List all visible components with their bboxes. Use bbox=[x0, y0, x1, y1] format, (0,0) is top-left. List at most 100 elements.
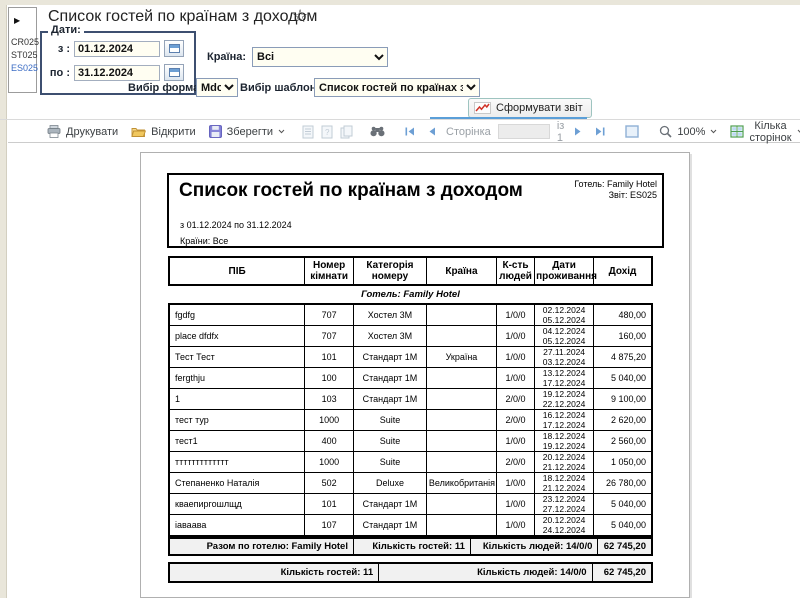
cell-category: Suite bbox=[354, 452, 427, 473]
cell-income: 5 040,00 bbox=[594, 494, 652, 515]
hotel-total-guests: Кількість гостей: 11 bbox=[354, 538, 471, 555]
table-row: кваепиргошлщд101Стандарт 1М1/0/023.12.20… bbox=[169, 494, 652, 515]
cell-income: 2 620,00 bbox=[594, 410, 652, 431]
hotel-group-header: Готель: Family Hotel bbox=[168, 286, 653, 303]
cell-people: 1/0/0 bbox=[496, 431, 534, 452]
last-page-icon bbox=[595, 127, 605, 136]
date-from-calendar-button[interactable] bbox=[164, 40, 184, 57]
cell-people: 1/0/0 bbox=[496, 347, 534, 368]
previous-page-button[interactable] bbox=[425, 125, 439, 138]
cell-room: 1000 bbox=[305, 452, 354, 473]
section-divider bbox=[0, 119, 800, 120]
cell-room: 707 bbox=[305, 326, 354, 347]
template-select[interactable]: Список гостей по країнах з доходом bbox=[314, 78, 480, 97]
sidebar-item-cr025[interactable]: CR025 bbox=[11, 37, 36, 47]
multipage-grid-icon bbox=[730, 125, 744, 138]
report-code-sidebar: ▶ CR025 ST025 ES025 bbox=[8, 7, 37, 93]
multipage-view-button[interactable]: Кілька сторінок bbox=[727, 118, 800, 146]
last-page-button[interactable] bbox=[592, 125, 608, 138]
sidebar-item-es025[interactable]: ES025 bbox=[11, 63, 36, 73]
sidebar-expand-icon[interactable]: ▶ bbox=[14, 16, 36, 25]
window-frame-top bbox=[0, 0, 800, 5]
page-title: Список гостей по країнам з доходом bbox=[48, 8, 317, 26]
sidebar-item-st025[interactable]: ST025 bbox=[11, 50, 36, 60]
window-frame-left bbox=[0, 0, 7, 598]
grand-total-row: Кількість гостей: 11 Кількість людей: 14… bbox=[168, 562, 653, 583]
open-button[interactable]: Відкрити bbox=[128, 124, 198, 140]
cell-room: 107 bbox=[305, 515, 354, 537]
date-to-calendar-button[interactable] bbox=[164, 64, 184, 81]
zoom-button[interactable]: 100% bbox=[656, 123, 720, 140]
cell-category: Стандарт 1М bbox=[354, 347, 427, 368]
table-row: 1103Стандарт 1М2/0/019.12.2024 22.12.202… bbox=[169, 389, 652, 410]
cell-name: fergthju bbox=[169, 368, 305, 389]
cell-people: 1/0/0 bbox=[496, 326, 534, 347]
report-countries-filter: Країни: Все bbox=[180, 236, 228, 246]
generate-report-button[interactable]: Сформувати звіт bbox=[468, 98, 592, 118]
cell-room: 707 bbox=[305, 304, 354, 326]
cell-income: 9 100,00 bbox=[594, 389, 652, 410]
cell-dates: 18.12.2024 19.12.2024 bbox=[535, 431, 594, 452]
guests-table: fgdfg707Хостел 3М1/0/002.12.2024 05.12.2… bbox=[168, 303, 653, 537]
cell-dates: 19.12.2024 22.12.2024 bbox=[535, 389, 594, 410]
page-count-label: із 1 bbox=[557, 120, 565, 144]
next-page-icon bbox=[574, 127, 582, 136]
cell-category: Стандарт 1М bbox=[354, 389, 427, 410]
cell-dates: 16.12.2024 17.12.2024 bbox=[535, 410, 594, 431]
cell-income: 2 560,00 bbox=[594, 431, 652, 452]
first-page-button[interactable] bbox=[402, 125, 418, 138]
grand-total-guests: Кількість гостей: 11 bbox=[169, 563, 379, 582]
export-disabled-icon bbox=[302, 125, 314, 139]
calendar-icon bbox=[169, 68, 180, 77]
cell-income: 160,00 bbox=[594, 326, 652, 347]
cell-income: 5 040,00 bbox=[594, 368, 652, 389]
cell-category: Хостел 3М bbox=[354, 304, 427, 326]
parameters-disabled-icon: ? bbox=[321, 125, 333, 139]
report-header-box: Список гостей по країнам з доходом Готел… bbox=[167, 173, 664, 248]
report-viewer-toolbar: Друкувати Відкрити Зберегти ? bbox=[8, 121, 800, 143]
cell-country bbox=[426, 326, 496, 347]
hotel-total-label: Разом по готелю: Family Hotel bbox=[169, 538, 354, 555]
cell-category: Deluxe bbox=[354, 473, 427, 494]
cell-name: fgdfg bbox=[169, 304, 305, 326]
hotel-total-income: 62 745,20 bbox=[598, 538, 652, 555]
cell-dates: 18.12.2024 21.12.2024 bbox=[535, 473, 594, 494]
hotel-total-row: Разом по готелю: Family Hotel Кількість … bbox=[168, 537, 653, 556]
column-header-country: Країна bbox=[426, 257, 496, 285]
cell-people: 2/0/0 bbox=[496, 410, 534, 431]
cell-dates: 04.12.2024 05.12.2024 bbox=[535, 326, 594, 347]
report-column-headers: ПІБ Номер кімнати Категорія номеру Країн… bbox=[168, 256, 653, 286]
hotel-total-people: Кількість людей: 14/0/0 bbox=[470, 538, 598, 555]
cell-dates: 23.12.2024 27.12.2024 bbox=[535, 494, 594, 515]
single-page-icon bbox=[625, 125, 639, 138]
date-from-input[interactable] bbox=[74, 41, 160, 57]
column-header-room: Номер кімнати bbox=[305, 257, 354, 285]
cell-income: 5 040,00 bbox=[594, 515, 652, 537]
save-button[interactable]: Зберегти bbox=[206, 123, 288, 140]
favorite-star-icon[interactable]: ☆ bbox=[292, 6, 308, 27]
column-header-dates: Дати проживання bbox=[535, 257, 594, 285]
next-page-button[interactable] bbox=[571, 125, 585, 138]
print-button[interactable]: Друкувати bbox=[44, 123, 121, 140]
report-meta: Готель: Family Hotel Звіт: ES025 bbox=[574, 179, 657, 201]
multipage-label: Кілька сторінок bbox=[749, 120, 791, 144]
cell-name: тест тур bbox=[169, 410, 305, 431]
country-select[interactable]: Всі bbox=[252, 47, 388, 67]
format-select[interactable]: Mdc bbox=[196, 78, 238, 97]
chevron-down-icon bbox=[797, 129, 800, 134]
country-label: Країна: bbox=[207, 51, 246, 63]
cell-country bbox=[426, 410, 496, 431]
date-to-input[interactable] bbox=[74, 65, 160, 81]
page-number-input[interactable] bbox=[498, 124, 550, 139]
cell-country bbox=[426, 304, 496, 326]
printer-icon bbox=[47, 125, 61, 138]
cell-name: Степаненко Наталія bbox=[169, 473, 305, 494]
open-folder-icon bbox=[131, 126, 146, 138]
svg-text:?: ? bbox=[325, 128, 330, 137]
find-button[interactable] bbox=[367, 124, 388, 139]
single-page-view-button[interactable] bbox=[622, 123, 642, 140]
cell-category: Стандарт 1М bbox=[354, 494, 427, 515]
date-from-label: з : bbox=[46, 43, 70, 55]
cell-people: 2/0/0 bbox=[496, 389, 534, 410]
cell-country bbox=[426, 368, 496, 389]
